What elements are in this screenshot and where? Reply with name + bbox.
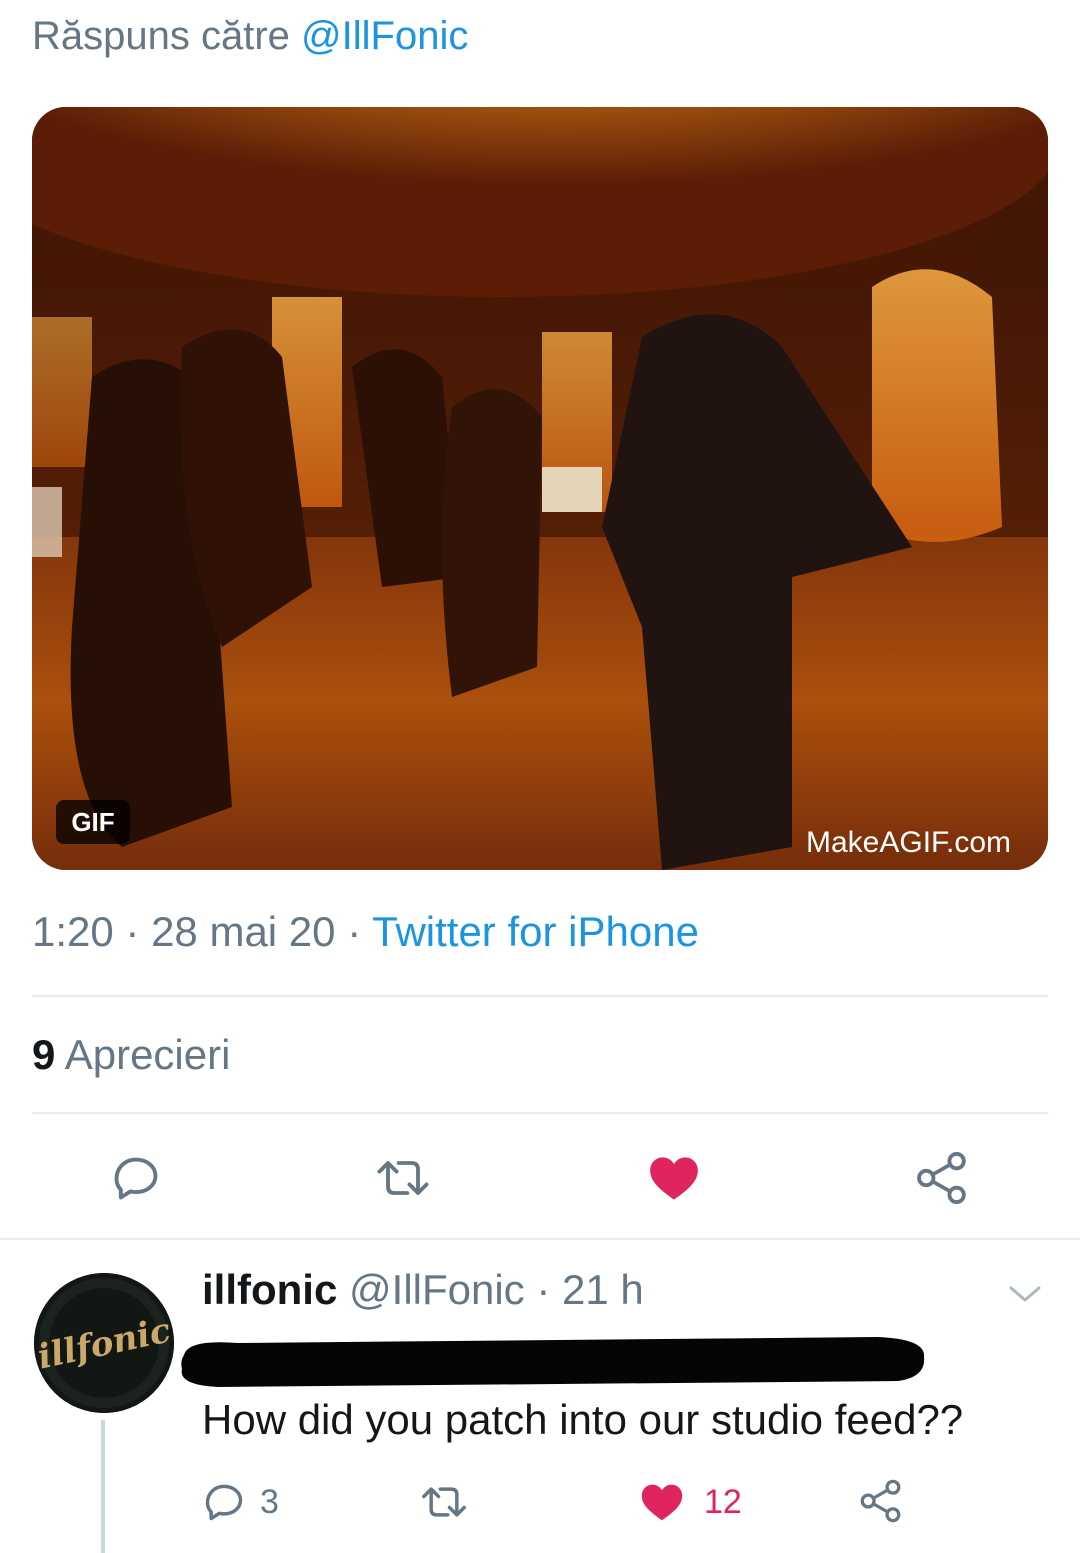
likes-count: 9 (32, 1031, 56, 1078)
tweet-source-link[interactable]: Twitter for iPhone (372, 908, 699, 955)
makeagif-watermark: MakeAGIF.com (806, 826, 1012, 859)
reply-icon (114, 1157, 158, 1200)
reply-age[interactable]: 21 h (562, 1266, 644, 1313)
like-count: 12 (704, 1482, 742, 1521)
reply-to-handle-link[interactable]: @IllFonic (301, 14, 468, 58)
reply-share-button[interactable] (856, 1476, 906, 1526)
redaction-scribble (181, 1337, 925, 1387)
reply-author-line: illfonic @IllFonic · 21 h (202, 1266, 644, 1314)
thread-line (101, 1420, 105, 1553)
likes-stat[interactable]: 9 Aprecieri (32, 1031, 230, 1079)
meta-separator: · (113, 908, 152, 955)
tweet-menu-button[interactable] (1002, 1274, 1048, 1314)
tweet-meta: 1:20 · 28 mai 20 · Twitter for iPhone (32, 908, 699, 956)
meta-separator: · (335, 908, 373, 955)
reply-tweet-text: How did you patch into our studio feed?? (202, 1396, 964, 1443)
reply-icon (205, 1484, 243, 1521)
like-button[interactable] (642, 1146, 706, 1210)
share-icon (917, 1152, 966, 1204)
divider (32, 995, 1048, 997)
divider (32, 1112, 1048, 1114)
meta-separator: · (524, 1266, 563, 1313)
reply-button[interactable] (104, 1148, 168, 1208)
reply-like-button[interactable]: 12 (640, 1478, 760, 1526)
likes-label: Aprecieri (64, 1031, 231, 1078)
reply-to-prefix: Răspuns către (32, 14, 290, 58)
heart-filled-icon (650, 1157, 698, 1200)
illfonic-logo-avatar: illfonic (34, 1273, 174, 1413)
retweet-button[interactable] (368, 1148, 438, 1208)
author-handle[interactable]: @IllFonic (349, 1266, 525, 1313)
reply-count: 3 (260, 1482, 279, 1521)
reply-to-label: Răspuns către @IllFonic (32, 14, 468, 59)
retweet-icon (377, 1161, 429, 1195)
section-divider (0, 1238, 1080, 1240)
retweet-icon (422, 1487, 466, 1517)
share-icon (860, 1479, 901, 1523)
heart-filled-icon (641, 1484, 683, 1521)
tweet-date: 28 mai 20 (151, 908, 336, 955)
share-button[interactable] (910, 1146, 974, 1210)
chevron-down-icon (1009, 1286, 1041, 1302)
reply-retweet-button[interactable] (418, 1478, 478, 1526)
gif-frame-image (32, 107, 1048, 870)
gif-badge: GIF (56, 800, 130, 844)
author-name[interactable]: illfonic (202, 1266, 337, 1313)
reply-reply-button[interactable]: 3 (202, 1478, 302, 1526)
tweet-time: 1:20 (32, 908, 114, 955)
avatar[interactable]: illfonic (34, 1273, 174, 1413)
gif-media[interactable] (32, 107, 1048, 870)
